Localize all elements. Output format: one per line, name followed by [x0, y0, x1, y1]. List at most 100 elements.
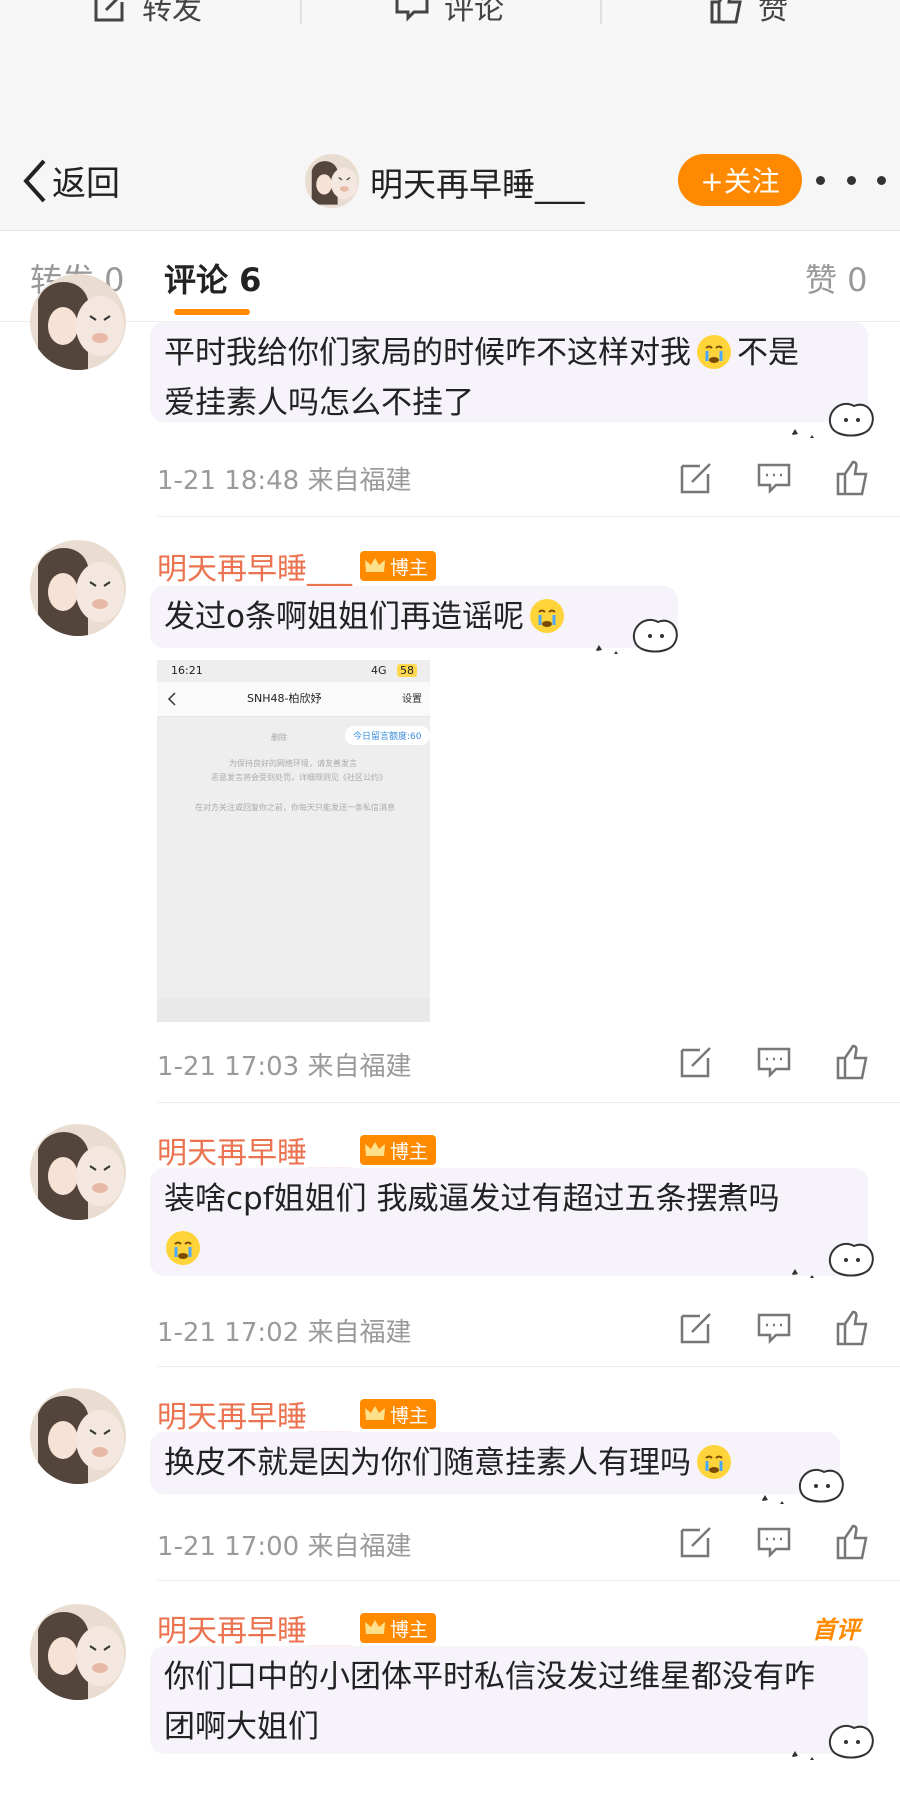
comment-source: 来自福建	[307, 466, 412, 496]
comment-icon[interactable]	[756, 460, 794, 498]
like-action[interactable]: 赞	[708, 0, 788, 27]
status-battery: 58	[397, 664, 417, 677]
back-label: 返回	[52, 164, 120, 204]
repost-action[interactable]: 转发	[92, 0, 202, 27]
status-signal: 4G	[371, 664, 387, 677]
username[interactable]: 明天再早睡___	[157, 1606, 352, 1650]
thumb-up-icon	[710, 0, 742, 24]
comment-text-line2: 爱挂素人吗怎么不挂了	[164, 385, 474, 421]
repost-icon	[94, 0, 124, 22]
comment-icon[interactable]	[756, 1310, 794, 1348]
comment-time: 1-21 17:03	[157, 1052, 300, 1082]
thumb-up-icon[interactable]	[834, 1044, 872, 1082]
comment-source: 来自福建	[307, 1052, 412, 1082]
thumb-up-icon[interactable]	[834, 1524, 872, 1562]
comment-action[interactable]: 评论	[394, 0, 504, 27]
avatar[interactable]	[305, 154, 359, 208]
comment-author: 明天再早睡___ 博主	[157, 1606, 437, 1650]
share-icon[interactable]	[678, 460, 716, 498]
chevron-left-icon	[23, 159, 46, 202]
divider	[157, 1580, 900, 1581]
attached-image[interactable]: 16:21 4G 58 SNH48-柏欣妤 设置 删除 今日留言额度:60 为保…	[157, 660, 430, 1022]
quota-chip: 今日留言额度:60	[345, 726, 430, 745]
image-text: 在对方关注或回复你之前，你每天只能发送一条私信消息	[195, 803, 395, 812]
image-footer	[157, 998, 430, 1022]
comment-text-cont: 不是	[737, 335, 799, 371]
image-title: SNH48-柏欣妤	[247, 692, 322, 705]
comment-meta: 1-21 18:48 来自福建	[157, 460, 411, 497]
comment-icon[interactable]	[756, 1044, 794, 1082]
back-button[interactable]: 返回	[22, 156, 120, 205]
tab-bar: 转发 0 评论 6 赞 0	[0, 231, 900, 322]
comment-author: 明天再早睡___ 博主	[157, 1392, 437, 1436]
comment-meta: 1-21 17:02 来自福建	[157, 1312, 411, 1349]
comment-author: 明天再早睡___ 博主	[157, 1128, 437, 1172]
comment-icon[interactable]	[756, 1524, 794, 1562]
image-text: 为保持良好的网络环境，请友善发言	[229, 759, 357, 768]
comment-author: 明天再早睡___ 博主	[157, 544, 437, 588]
bottom-edge	[0, 1772, 900, 1800]
comment-item: 平时我给你们家局的时候咋不这样对我 不是 爱挂素人吗怎么不挂了 1-21 18:4…	[0, 274, 900, 518]
comment-text: 发过o条啊姐姐们再造谣呢	[164, 599, 524, 635]
status-time: 16:21	[171, 664, 203, 677]
tab-comments[interactable]: 评论 6	[164, 255, 261, 301]
avatar[interactable]	[30, 1388, 126, 1484]
follow-button[interactable]: +关注	[678, 154, 802, 206]
first-comment-tag: 首评	[812, 1616, 860, 1644]
image-settings: 设置	[402, 694, 422, 705]
comment-text: 换皮不就是因为你们随意挂素人有理吗	[164, 1445, 691, 1481]
comment-text: 装啥cpf姐姐们 我威逼发过有超过五条摆煮吗	[164, 1181, 780, 1217]
thumb-up-icon[interactable]	[834, 1310, 872, 1348]
crown-icon	[365, 1620, 385, 1634]
comment-time: 1-21 18:48	[157, 466, 300, 496]
post-action-bar: 转发 评论 赞	[0, 0, 900, 130]
image-header: SNH48-柏欣妤 设置	[157, 682, 430, 717]
username[interactable]: 明天再早睡___	[157, 1392, 352, 1436]
divider	[157, 1366, 900, 1367]
badge-label: 博主	[390, 1404, 429, 1427]
username[interactable]: 明天再早睡___	[157, 1128, 352, 1172]
comment-item: 明天再早睡___ 博主 换皮不就是因为你们随意挂素人有理吗 1-21 17:00…	[0, 1368, 900, 1582]
comment-bubble: 装啥cpf姐姐们 我威逼发过有超过五条摆煮吗	[150, 1168, 868, 1276]
bubble-sticker-icon	[792, 403, 874, 438]
dot-icon	[846, 175, 856, 185]
thumb-up-icon[interactable]	[834, 460, 872, 498]
avatar[interactable]	[30, 274, 126, 370]
comment-label: 评论	[444, 0, 504, 27]
crying-face-icon	[695, 1443, 733, 1481]
avatar[interactable]	[30, 1604, 126, 1700]
divider	[600, 0, 602, 24]
divider	[157, 1102, 900, 1103]
comment-actions	[678, 1044, 872, 1082]
comment-bubble: 平时我给你们家局的时候咋不这样对我 不是 爱挂素人吗怎么不挂了	[150, 322, 868, 422]
comment-source: 来自福建	[307, 1532, 412, 1562]
dot-icon	[816, 175, 825, 185]
share-icon[interactable]	[678, 1310, 716, 1348]
navbar: 返回 明天再早睡___ +关注	[0, 130, 900, 231]
badge-label: 博主	[390, 556, 429, 579]
comment-text: 平时我给你们家局的时候咋不这样对我	[164, 335, 691, 371]
crying-face-icon	[695, 333, 733, 371]
comment-text: 你们口中的小团体平时私信没发过维星都没有咋	[164, 1659, 815, 1695]
comment-item: 明天再早睡___ 博主 你们口中的小团体平时私信没发过维星都没有咋 团啊大姐们	[0, 1582, 900, 1800]
repost-label: 转发	[142, 0, 202, 27]
bubble-sticker-icon	[792, 1243, 874, 1278]
crown-icon	[365, 1406, 385, 1420]
crying-face-icon	[528, 597, 566, 635]
avatar[interactable]	[30, 1124, 126, 1220]
username[interactable]: 明天再早睡___	[157, 544, 352, 588]
more-options-button[interactable]	[816, 160, 886, 200]
badge-label: 博主	[390, 1140, 429, 1163]
bubble-sticker-icon	[762, 1469, 844, 1504]
avatar[interactable]	[30, 540, 126, 636]
comment-actions	[678, 460, 872, 498]
comment-meta: 1-21 17:03 来自福建	[157, 1046, 411, 1083]
crown-icon	[365, 558, 385, 572]
crying-face-icon	[164, 1229, 202, 1267]
share-icon[interactable]	[678, 1524, 716, 1562]
author-badge: 博主	[360, 551, 437, 581]
bubble-sticker-icon	[596, 619, 678, 654]
comment-actions	[678, 1310, 872, 1348]
share-icon[interactable]	[678, 1044, 716, 1082]
tab-likes[interactable]: 赞 0	[805, 255, 868, 301]
